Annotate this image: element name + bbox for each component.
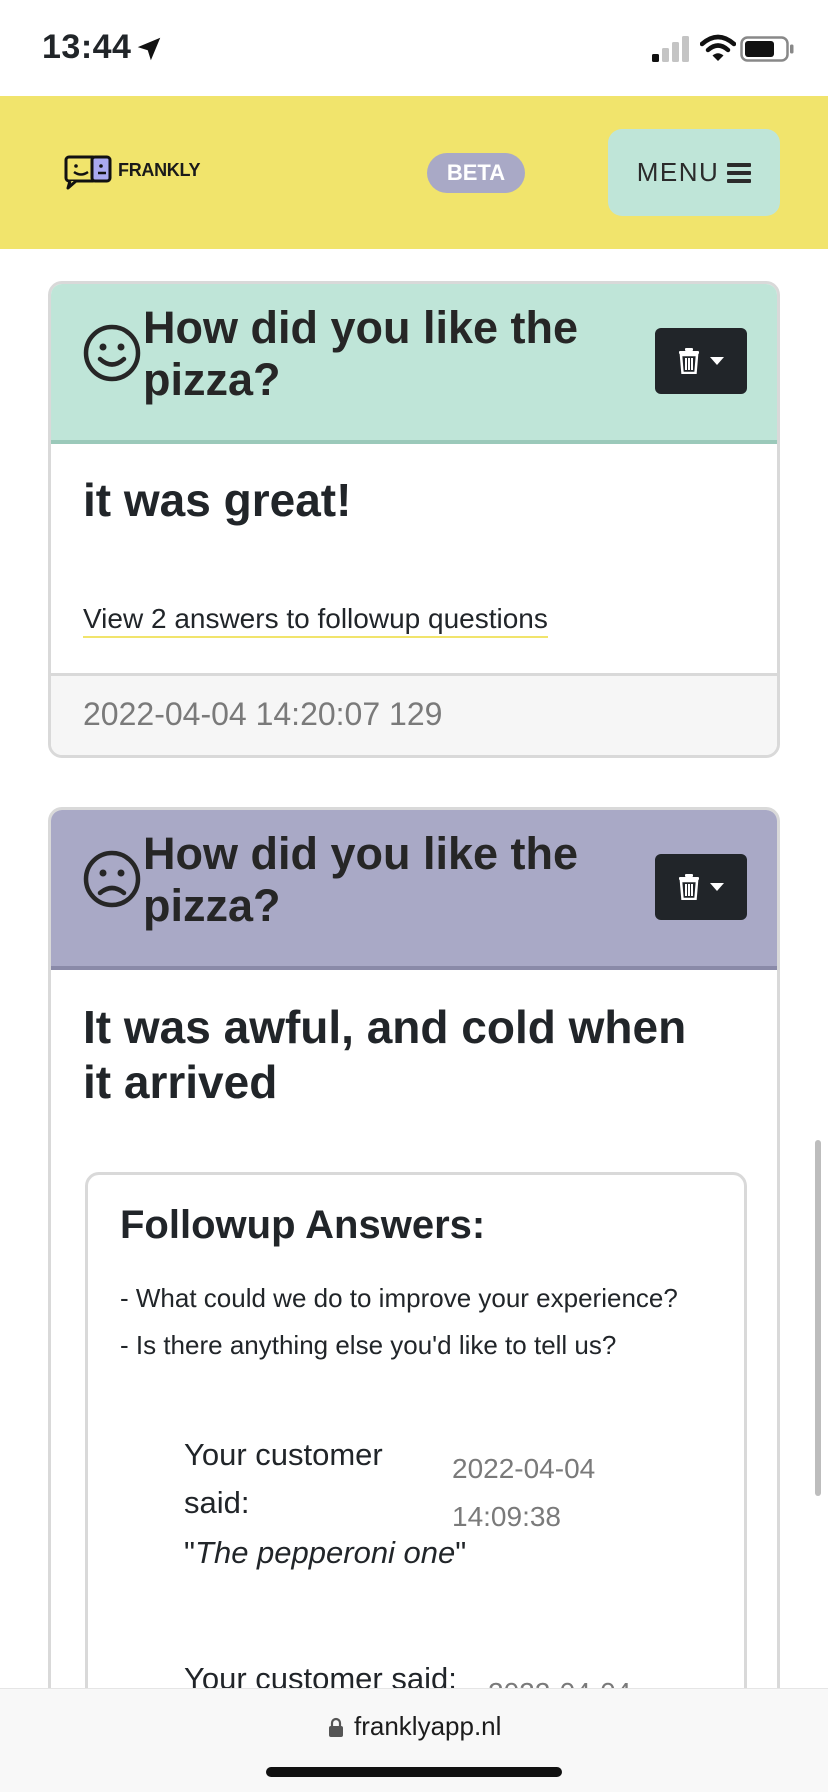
card-header: How did you like the pizza? [51, 284, 777, 444]
menu-button[interactable]: MENU [608, 129, 780, 216]
card-footer: 2022-04-04 14:20:07 129 [51, 673, 777, 755]
signal-icon [652, 36, 689, 62]
followup-title: Followup Answers: [120, 1203, 486, 1247]
reply-label: Your customer said: [184, 1437, 383, 1520]
browser-address-bar[interactable]: franklyapp.nl [0, 1688, 828, 1792]
battery-icon [740, 36, 794, 62]
home-indicator[interactable] [266, 1767, 562, 1777]
smile-icon [83, 324, 141, 382]
followup-answers-panel: Followup Answers: - What could we do to … [85, 1172, 747, 1772]
delete-dropdown-button[interactable] [655, 854, 747, 920]
view-followup-link[interactable]: View 2 answers to followup questions [83, 602, 548, 638]
caret-down-icon [710, 357, 724, 365]
response-card: How did you like the pizza? It was awful… [48, 807, 780, 1792]
location-arrow-icon [137, 37, 161, 61]
reply-timestamp: 2022-04-04 14:09:38 [452, 1453, 596, 1532]
followup-question: - What could we do to improve your exper… [120, 1283, 678, 1313]
delete-dropdown-button[interactable] [655, 328, 747, 394]
logo-text[interactable]: FRANKLY [118, 160, 201, 181]
response-card: How did you like the pizza? it was great… [48, 281, 780, 758]
followup-question: - Is there anything else you'd like to t… [120, 1330, 617, 1360]
page-scrollbar[interactable] [815, 1140, 821, 1496]
reply-quote: The pepperoni one [195, 1535, 456, 1570]
question-text: How did you like the pizza? [143, 828, 579, 931]
answer-text: it was great! [83, 474, 352, 526]
status-bar: 13:44 [0, 0, 828, 96]
site-header: FRANKLY BETA MENU [0, 96, 828, 249]
trash-icon [679, 348, 699, 374]
wifi-icon [700, 34, 736, 61]
menu-label: MENU [636, 157, 720, 187]
response-timestamp: 2022-04-04 14:20:07 129 [83, 696, 443, 732]
caret-down-icon [710, 883, 724, 891]
open-quote: " [184, 1535, 196, 1570]
answer-text: It was awful, and cold when it arrived [83, 1001, 687, 1108]
url-text[interactable]: franklyapp.nl [354, 1711, 501, 1742]
trash-icon [679, 874, 699, 900]
hamburger-icon [727, 162, 752, 183]
frown-icon [83, 850, 141, 908]
clock: 13:44 [42, 28, 132, 66]
reply-text: "The pepperoni one" [184, 1535, 466, 1571]
frankly-logo-icon[interactable] [64, 154, 112, 190]
card-header: How did you like the pizza? [51, 810, 777, 970]
question-text: How did you like the pizza? [143, 302, 579, 405]
beta-badge: BETA [427, 153, 525, 193]
lock-icon [329, 1717, 343, 1737]
